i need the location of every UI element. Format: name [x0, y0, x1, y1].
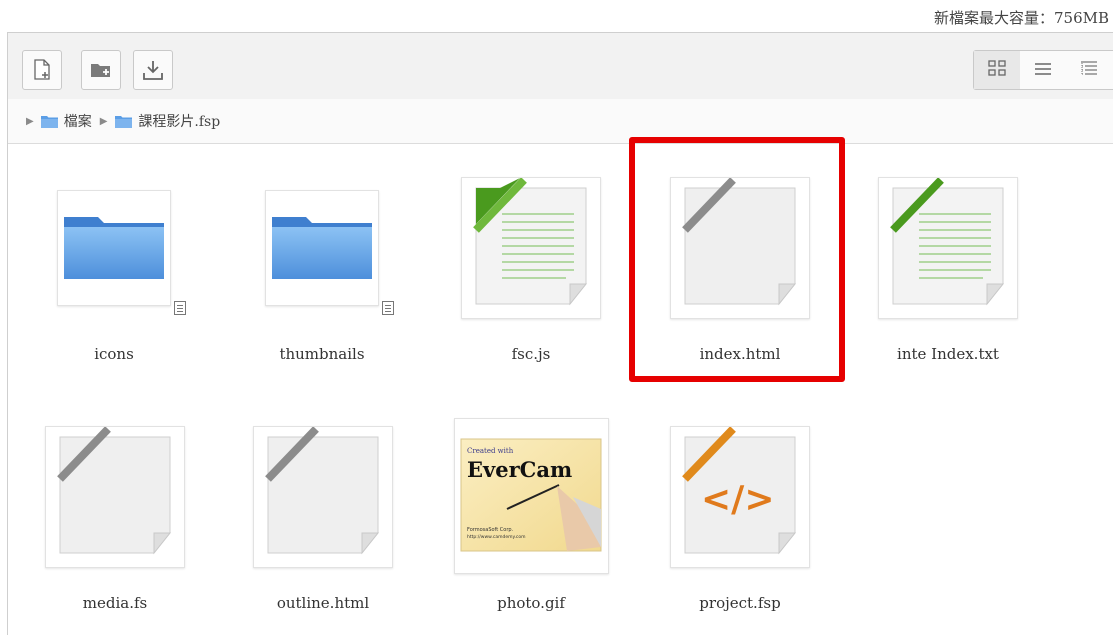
download-button[interactable] — [133, 50, 173, 90]
info-icon[interactable] — [382, 301, 394, 315]
list-view-button[interactable] — [1020, 51, 1066, 89]
blank-file-icon — [57, 427, 172, 555]
new-folder-button[interactable] — [81, 50, 121, 90]
folder-icon — [64, 217, 164, 279]
breadcrumb-label: 課程影片.fsp — [138, 114, 221, 130]
file-name: photo.gif — [497, 594, 565, 612]
blank-file-icon — [265, 427, 380, 555]
tree-view-icon — [1080, 60, 1098, 80]
new-file-button[interactable] — [22, 50, 62, 90]
file-name: fsc.js — [511, 345, 551, 363]
file-name: outline.html — [276, 594, 370, 612]
grid-view-icon — [988, 60, 1006, 80]
breadcrumb-item-files[interactable]: 檔案 — [40, 111, 92, 131]
folder-icon — [115, 115, 133, 128]
expand-arrow-icon: ▶ — [26, 115, 34, 127]
svg-text:FormosaSoft Corp.: FormosaSoft Corp. — [467, 527, 514, 533]
view-switcher — [973, 50, 1113, 90]
code-file-thumbnail: </> — [670, 426, 810, 568]
file-name: icons — [94, 345, 134, 363]
text-file-icon — [473, 178, 588, 306]
blank-file-thumbnail — [45, 426, 185, 568]
breadcrumb-item-course-video[interactable]: 課程影片.fsp — [115, 111, 220, 131]
text-file-thumbnail — [461, 177, 601, 319]
list-view-icon — [1034, 61, 1052, 80]
breadcrumb-separator-icon: ▶ — [99, 115, 108, 127]
svg-text:http://www.camdemy.com: http://www.camdemy.com — [467, 534, 526, 540]
evercam-image: Created with EverCam FormosaSoft Corp. h… — [460, 438, 602, 552]
max-upload-size-label: 新檔案最大容量：756MB — [933, 9, 1109, 27]
folder-icon — [40, 115, 58, 128]
folder-icon — [272, 217, 372, 279]
blank-file-thumbnail — [253, 426, 393, 568]
svg-text:</>: </> — [701, 479, 774, 520]
file-name: thumbnails — [279, 345, 365, 363]
svg-text:Created with: Created with — [467, 447, 514, 455]
text-file-icon — [890, 178, 1005, 306]
svg-text:EverCam: EverCam — [467, 457, 572, 482]
download-icon — [142, 59, 164, 81]
file-name: media.fs — [82, 594, 148, 612]
new-folder-icon — [90, 61, 112, 79]
folder-thumbnail — [57, 190, 171, 306]
file-name: project.fsp — [699, 594, 781, 612]
text-file-thumbnail — [878, 177, 1018, 319]
tree-view-button[interactable] — [1066, 51, 1112, 89]
breadcrumb: ▶ 檔案 ▶ 課程影片.fsp — [8, 99, 1113, 144]
code-file-icon: </> — [682, 427, 797, 555]
folder-thumbnail — [265, 190, 379, 306]
selection-highlight — [629, 137, 845, 382]
grid-view-button[interactable] — [974, 51, 1020, 89]
new-file-icon — [32, 59, 52, 81]
breadcrumb-label: 檔案 — [63, 114, 92, 130]
toolbar — [8, 33, 1113, 100]
file-name: inte Index.txt — [897, 345, 999, 363]
info-icon[interactable] — [174, 301, 186, 315]
image-thumbnail: Created with EverCam FormosaSoft Corp. h… — [454, 418, 609, 574]
